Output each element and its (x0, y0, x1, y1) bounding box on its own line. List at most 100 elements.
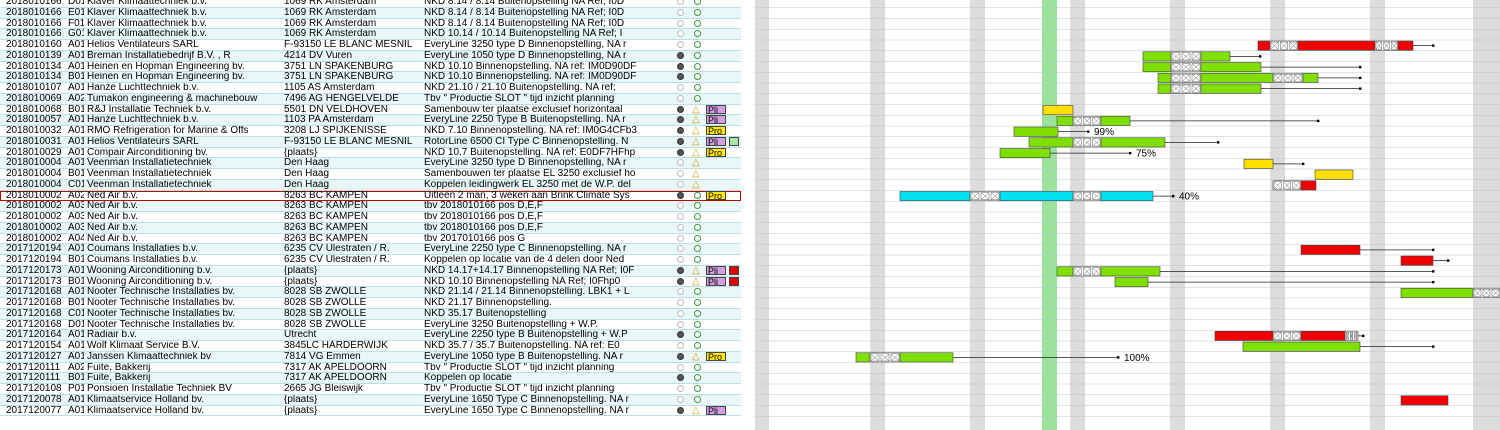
order-row[interactable]: 2018010002 A03Ned Air b.v. 8263 BC KAMPEN t… (0, 201, 741, 212)
order-row[interactable]: 2018010139 A01Breman Installatiebedrijf B… (0, 50, 741, 62)
progress-circle-icon[interactable] (694, 245, 701, 253)
progress-circle-icon[interactable] (694, 363, 701, 371)
status-dot-icon[interactable] (677, 0, 684, 5)
status-dot-icon[interactable] (677, 84, 684, 91)
order-row[interactable]: 2017120111 A02Fuite, Bakkerij 7317 AK APEL… (0, 363, 741, 374)
phase-badge[interactable]: Pli (706, 136, 726, 146)
phase-badge[interactable]: Pli (706, 104, 726, 114)
phase-badge[interactable]: Pli (706, 276, 726, 286)
order-row[interactable]: 2018010004 B01Veenman Installatietechniek… (0, 169, 741, 180)
phase-badge[interactable]: Pro (706, 190, 726, 200)
progress-circle-icon[interactable] (694, 202, 701, 210)
progress-circle-icon[interactable] (694, 256, 701, 263)
order-row[interactable]: 2018010057 A01Hanze Luchttechniek b.v. 110… (0, 115, 741, 126)
progress-circle-icon[interactable] (694, 213, 701, 220)
status-dot-icon[interactable] (677, 309, 684, 317)
order-row[interactable]: 2018010166 G01Klaver Klimaattechniek b.v.… (0, 29, 741, 40)
progress-circle-icon[interactable] (694, 0, 701, 5)
status-dot-icon[interactable] (677, 406, 684, 414)
order-row[interactable]: 2018010032 A01RMO Refrigeration for Marin… (0, 126, 741, 137)
status-dot-icon[interactable] (677, 395, 684, 403)
phase-badge[interactable]: Pli (706, 115, 726, 125)
status-dot-icon[interactable] (677, 30, 684, 38)
progress-circle-icon[interactable] (694, 395, 701, 403)
order-row[interactable]: 2018010134 A01Heinen en Hopman Engineerin… (0, 62, 741, 73)
progress-circle-icon[interactable] (694, 299, 701, 306)
progress-circle-icon[interactable] (694, 331, 701, 339)
status-dot-icon[interactable] (677, 19, 684, 27)
progress-circle-icon[interactable] (694, 191, 701, 199)
progress-circle-icon[interactable] (694, 8, 701, 16)
order-row[interactable]: 2017120194 A01Coumans Installaties b.v. 62… (0, 244, 741, 255)
order-row[interactable]: 2018010002 A03Ned Air b.v. 8263 BC KAMPEN t… (0, 222, 741, 234)
status-dot-icon[interactable] (677, 266, 684, 274)
status-dot-icon[interactable] (677, 137, 684, 145)
status-dot-icon[interactable] (677, 299, 684, 306)
order-row[interactable]: 2017120164 A01Radiair b.v. Utrecht EveryLin… (0, 330, 741, 341)
progress-circle-icon[interactable] (694, 62, 701, 70)
phase-badge[interactable]: Pro (706, 147, 726, 157)
order-row[interactable]: 2018010160 A01Helios Ventilateurs SARL F-9… (0, 40, 741, 51)
status-dot-icon[interactable] (677, 127, 684, 134)
status-dot-icon[interactable] (677, 51, 684, 59)
progress-circle-icon[interactable] (694, 234, 701, 242)
phase-badge[interactable]: Pli (706, 265, 726, 275)
order-row[interactable]: 2017120168 D01Nooter Technische Installat… (0, 320, 741, 331)
order-row[interactable]: 2017120111 B01Fuite, Bakkerij 7317 AK APEL… (0, 373, 741, 384)
progress-circle-icon[interactable] (694, 342, 701, 349)
status-dot-icon[interactable] (677, 342, 684, 349)
order-row[interactable]: 2017120194 B01Coumans Installaties b.v. 62… (0, 255, 741, 266)
order-row[interactable]: 2018010068 B01R&J Installatie Techniek b.… (0, 104, 741, 116)
order-row[interactable]: 2018010002 A02Ned Air b.v. 8263 BC KAMPEN U… (0, 190, 741, 202)
progress-circle-icon[interactable] (694, 320, 701, 328)
phase-badge[interactable]: Pro (706, 351, 726, 361)
order-row[interactable]: 2017120168 C01Nooter Technische Installat… (0, 308, 741, 320)
status-dot-icon[interactable] (677, 202, 684, 210)
status-dot-icon[interactable] (677, 105, 684, 113)
status-dot-icon[interactable] (677, 331, 684, 339)
status-dot-icon[interactable] (677, 223, 684, 231)
order-row[interactable]: 2018010031 A01Helios Ventilateurs SARL F-9… (0, 136, 741, 148)
progress-circle-icon[interactable] (694, 385, 701, 392)
order-row[interactable]: 2017120173 A01Wooning Airconditioning b.v… (0, 265, 741, 277)
order-row[interactable]: 2018010166 E01Klaver Klimaattechniek b.v.… (0, 7, 741, 19)
order-row[interactable]: 2017120127 A01Janssen Klimaattechniek bv 7… (0, 351, 741, 363)
order-row[interactable]: 2017120154 A01Wolf Klimaat Service B.V. 38… (0, 341, 741, 352)
status-dot-icon[interactable] (677, 148, 684, 156)
phase-badge[interactable]: Pro (706, 126, 726, 136)
progress-circle-icon[interactable] (694, 73, 701, 81)
status-dot-icon[interactable] (677, 170, 684, 177)
status-dot-icon[interactable] (677, 73, 684, 81)
status-dot-icon[interactable] (677, 94, 684, 102)
progress-circle-icon[interactable] (694, 51, 701, 59)
order-row[interactable]: 2018010166 D01Klaver Klimaattechniek b.v.… (0, 0, 741, 8)
order-row[interactable]: 2017120108 P01Ponsioen Installatie Techni… (0, 384, 741, 395)
progress-circle-icon[interactable] (694, 19, 701, 27)
status-dot-icon[interactable] (677, 288, 684, 296)
order-row[interactable]: 2017120078 A01Klimaatservice Holland bv. {… (0, 394, 741, 406)
status-dot-icon[interactable] (677, 374, 684, 382)
order-row[interactable]: 2018010134 B01Heinen en Hopman Engineerin… (0, 72, 741, 83)
status-dot-icon[interactable] (677, 352, 684, 360)
status-dot-icon[interactable] (677, 41, 684, 48)
order-row[interactable]: 2018010002 A03Ned Air b.v. 8263 BC KAMPEN t… (0, 212, 741, 223)
phase-badge[interactable]: Pli (706, 405, 726, 415)
progress-circle-icon[interactable] (694, 41, 701, 48)
status-dot-icon[interactable] (677, 116, 684, 124)
status-dot-icon[interactable] (677, 256, 684, 263)
order-row[interactable]: 2017120168 A01Nooter Technische Installat… (0, 287, 741, 298)
status-dot-icon[interactable] (677, 320, 684, 328)
status-dot-icon[interactable] (677, 277, 684, 285)
progress-circle-icon[interactable] (694, 223, 701, 231)
progress-circle-icon[interactable] (694, 374, 701, 382)
progress-circle-icon[interactable] (694, 30, 701, 38)
order-row[interactable]: 2018010004 C01Veenman Installatietechniek… (0, 179, 741, 191)
status-dot-icon[interactable] (677, 234, 684, 242)
order-row[interactable]: 2017120173 B01Wooning Airconditioning b.v… (0, 276, 741, 288)
order-row[interactable]: 2018010166 F01 Klaver Klimaattechniek b.v.… (0, 19, 741, 30)
status-dot-icon[interactable] (677, 245, 684, 253)
order-row[interactable]: 2018010002 A04Ned Air b.v. 8263 BC KAMPEN t… (0, 234, 741, 245)
order-row[interactable]: 2017120077 A01Klimaatservice Holland bv. {… (0, 405, 741, 417)
order-row[interactable]: 2018010069 A02Tumakon engineering & machi… (0, 93, 741, 105)
status-dot-icon[interactable] (677, 385, 684, 392)
